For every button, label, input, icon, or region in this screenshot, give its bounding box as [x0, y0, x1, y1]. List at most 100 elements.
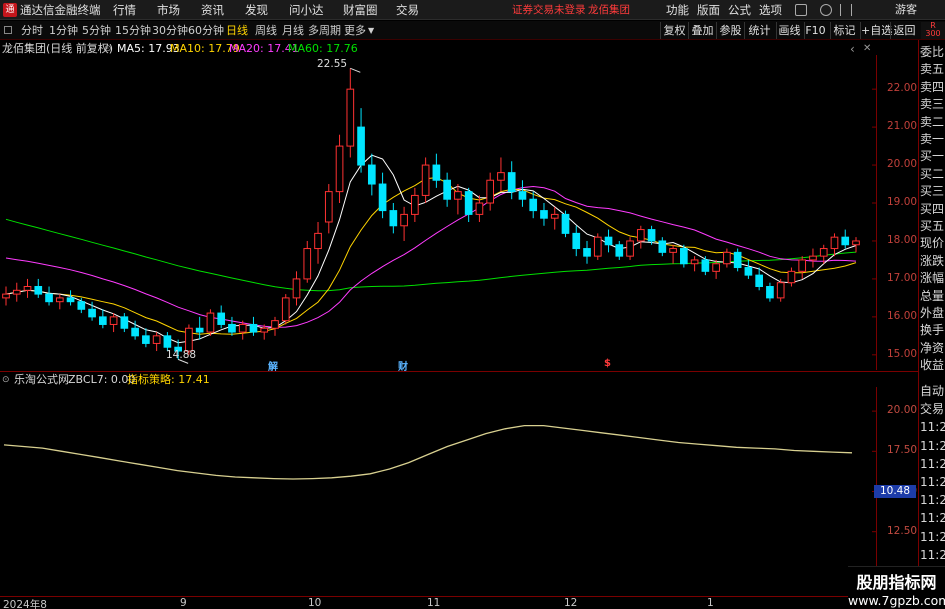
candle[interactable] [2, 286, 10, 306]
bell-icon[interactable] [820, 4, 832, 16]
indicator-settings-icon[interactable]: ⊙ [2, 373, 10, 387]
indicator-chart[interactable] [0, 387, 919, 596]
button-biaoji[interactable]: 标记 [830, 22, 858, 39]
candle[interactable] [335, 134, 344, 204]
candle[interactable] [34, 278, 43, 298]
candle[interactable] [120, 313, 129, 333]
menu-faxian[interactable]: 发现 [245, 0, 268, 20]
candle[interactable] [733, 248, 742, 272]
menu-zixun[interactable]: 资讯 [201, 0, 224, 20]
top-stock-name[interactable]: 龙佰集团 [588, 0, 630, 20]
candle[interactable] [583, 240, 591, 264]
candle[interactable] [45, 286, 53, 306]
candle[interactable] [776, 278, 785, 302]
tab-multi-period[interactable]: 多周期 [308, 22, 341, 39]
trade-tab[interactable]: 交易 [920, 400, 945, 418]
button-tongji[interactable]: 统计 [744, 22, 774, 39]
candle[interactable] [852, 237, 860, 253]
candle[interactable] [195, 316, 204, 340]
candle[interactable] [809, 248, 817, 268]
candle[interactable] [217, 305, 226, 329]
candle[interactable] [109, 313, 118, 333]
candle[interactable] [367, 153, 376, 196]
candle[interactable] [604, 229, 613, 253]
menu-hangqing[interactable]: 行情 [113, 0, 136, 20]
candle[interactable] [766, 282, 774, 302]
candle[interactable] [550, 206, 559, 230]
toggle-panel-icon[interactable] [4, 26, 12, 34]
candle[interactable] [152, 332, 161, 352]
candle[interactable] [378, 172, 387, 219]
tab-monthly[interactable]: 月线 [282, 22, 304, 39]
candle[interactable] [421, 157, 430, 204]
candle[interactable] [723, 248, 731, 268]
candle[interactable] [228, 316, 236, 336]
menu-gongshi[interactable]: 公式 [728, 0, 751, 20]
ma-settings-icon[interactable]: ⊙ [104, 42, 112, 56]
candle[interactable] [292, 271, 301, 306]
button-f10[interactable]: F10 [804, 22, 826, 39]
collapse-chart-icon[interactable]: ‹ [850, 42, 855, 56]
button-diejia[interactable]: 叠加 [688, 22, 716, 39]
pane-divider[interactable] [0, 371, 919, 372]
candle[interactable] [324, 184, 333, 234]
candle[interactable] [626, 237, 634, 260]
candle[interactable] [841, 229, 850, 249]
menu-caifuquan[interactable]: 财富圈 [343, 0, 378, 20]
tab-daily[interactable]: 日线 [226, 22, 248, 39]
candle[interactable] [271, 316, 279, 336]
tab-weekly[interactable]: 周线 [255, 22, 277, 39]
tab-more[interactable]: 更多 [344, 22, 366, 39]
candle[interactable] [690, 256, 699, 272]
candle[interactable] [281, 294, 290, 325]
button-huaxian[interactable]: 画线 [776, 22, 802, 39]
candle[interactable] [830, 233, 839, 257]
menu-gongneng[interactable]: 功能 [666, 0, 689, 20]
candle[interactable] [443, 172, 451, 207]
button-fuquan[interactable]: 复权 [660, 22, 688, 39]
candle[interactable] [497, 157, 505, 192]
button-add-watchlist[interactable]: +自选 [860, 22, 892, 39]
tab-fenshi[interactable]: 分时 [21, 22, 43, 39]
candle[interactable] [540, 203, 548, 226]
candle[interactable] [572, 225, 581, 257]
candle[interactable] [206, 309, 215, 336]
candle[interactable] [798, 256, 807, 279]
r-badge[interactable]: R 300 [921, 22, 945, 39]
trade-tab[interactable]: 自动 [920, 382, 945, 400]
candle[interactable] [701, 256, 710, 276]
button-cangu[interactable]: 参股 [716, 22, 744, 39]
candle[interactable] [99, 309, 107, 329]
menu-xuanxiang[interactable]: 选项 [759, 0, 782, 20]
candle[interactable] [615, 240, 624, 260]
tab-15min[interactable]: 15分钟 [115, 22, 151, 39]
candle[interactable] [787, 267, 796, 287]
menu-banmian[interactable]: 版面 [697, 0, 720, 20]
candle[interactable] [507, 161, 516, 200]
candle[interactable] [518, 180, 527, 207]
candle[interactable] [454, 184, 462, 215]
candle[interactable] [23, 278, 32, 298]
candle[interactable] [561, 210, 570, 238]
candle[interactable] [66, 290, 75, 306]
tab-30min[interactable]: 30分钟 [152, 22, 188, 39]
user-label[interactable]: 游客 [895, 0, 917, 20]
candlestick-chart[interactable] [0, 55, 919, 370]
candle[interactable] [389, 203, 398, 234]
candle[interactable] [346, 68, 355, 158]
candle[interactable] [464, 187, 473, 222]
more-arrow-icon[interactable]: ▼ [368, 22, 374, 39]
candle[interactable] [12, 282, 21, 302]
login-notice[interactable]: 证券交易未登录 [512, 0, 586, 20]
tab-5min[interactable]: 5分钟 [82, 22, 111, 39]
candle[interactable] [680, 244, 688, 268]
close-chart-icon[interactable]: ✕ [863, 42, 871, 56]
candle[interactable] [357, 108, 365, 173]
event-dividend-marker[interactable]: $ [604, 358, 611, 369]
candle[interactable] [411, 187, 419, 222]
candle[interactable] [314, 221, 322, 264]
menu-shichang[interactable]: 市场 [157, 0, 180, 20]
menu-wenxiaoda[interactable]: 问小达 [289, 0, 324, 20]
candle[interactable] [432, 153, 441, 188]
candle[interactable] [55, 294, 64, 310]
